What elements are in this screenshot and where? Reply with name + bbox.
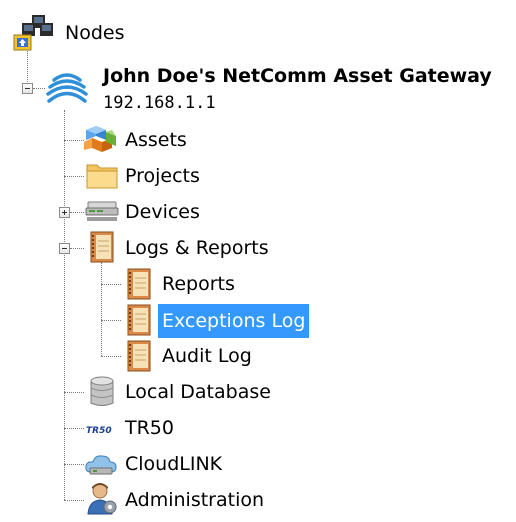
expand-devices-button[interactable] [59,207,70,218]
tr50-logo-text: TR50 [86,426,112,436]
notebook-icon [127,268,151,300]
tree-connector [64,464,84,465]
collapse-logs-button[interactable] [59,243,70,254]
cloud-icon [85,455,117,475]
tree-connector [64,110,65,500]
tree-connector [101,284,121,285]
database-icon [90,376,114,406]
tree-connector [64,392,84,393]
tree-item-label: Devices [125,201,200,223]
notebook-icon [90,231,114,263]
tree-item-label: Reports [162,273,235,295]
gateway-ip-address: 192.168.1.1 [103,93,216,113]
wifi-signal-icon [46,73,88,103]
tree-item-label: CloudLINK [125,453,223,475]
tr50-logo-icon: TR50 [86,426,112,436]
tree-connector [27,46,28,88]
admin-user-gear-icon [87,483,117,515]
tree-connector [33,88,45,89]
tree-connector [64,140,84,141]
tree-connector [64,176,84,177]
node-tree: Nodes John Doe's NetComm Asset Gateway 1… [0,0,516,522]
tree-item-label: Audit Log [162,345,252,367]
tree-connector [70,212,84,213]
collapse-gateway-button[interactable] [22,83,33,94]
gateway-name: John Doe's NetComm Asset Gateway [103,65,492,87]
notebook-icon [127,304,151,336]
notebook-icon [127,340,151,372]
tree-connector [64,428,84,429]
tree-item-label: Projects [125,165,200,187]
tree-item-label: Administration [125,489,265,511]
tree-connector [64,500,84,501]
tree-item-label: Logs & Reports [125,237,269,259]
tree-item-label-selected: Exceptions Log [158,304,310,338]
tree-item-label: Assets [125,129,187,151]
tree-connector [101,356,121,357]
folder-icon [86,164,118,189]
tree-connector [101,262,102,356]
assets-cubes-icon [84,126,116,152]
tree-root-label: Nodes [65,22,125,44]
tree-item-label: TR50 [125,417,174,439]
devices-icon [85,201,119,221]
tree-connector [70,248,84,249]
tree-connector [101,320,121,321]
tree-item-label: Local Database [125,381,271,403]
nodes-network-icon [13,15,53,51]
